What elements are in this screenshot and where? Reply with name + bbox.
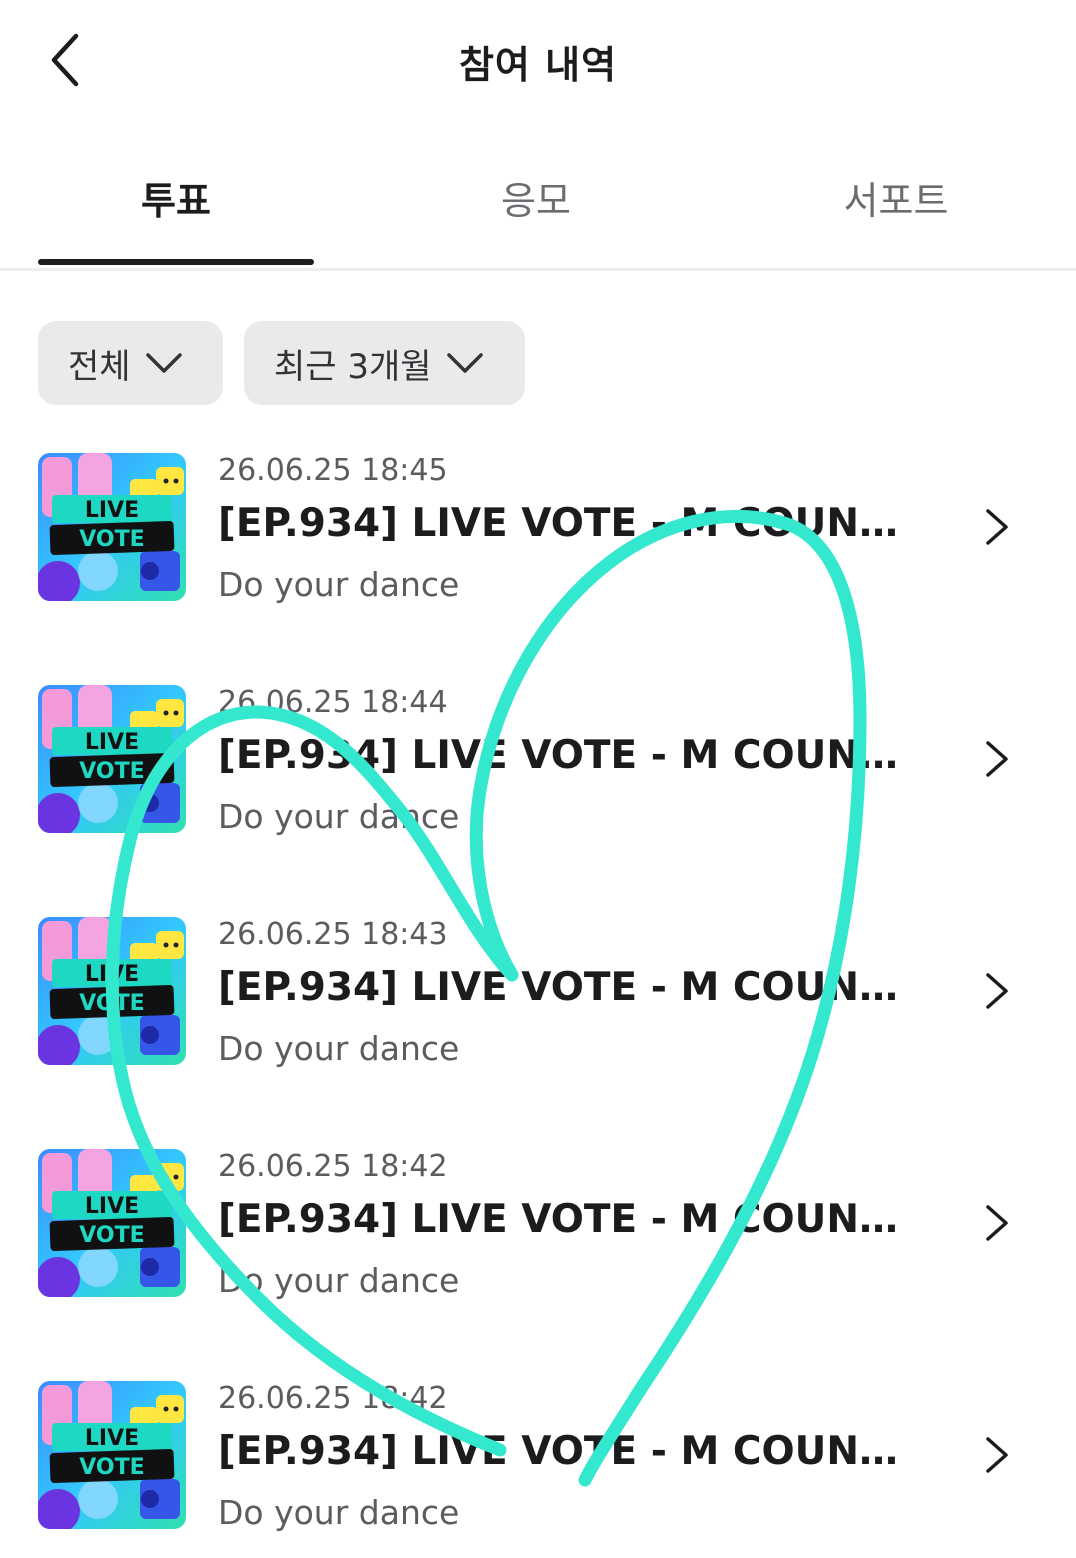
item-title: [EP.934] LIVE VOTE - M COUNTDOWN <box>218 1429 918 1474</box>
item-date: 26.06.25 18:42 <box>218 1149 448 1184</box>
chevron-right-icon[interactable] <box>980 735 1016 783</box>
list-item[interactable]: LIVE VOTE 26.06.25 18:44 [EP.934] LIVE V… <box>0 685 1076 917</box>
item-subtitle: Do your dance <box>218 1029 460 1068</box>
item-subtitle: Do your dance <box>218 797 460 836</box>
thumbnail-live-text: LIVE <box>85 730 139 755</box>
category-filter-label: 전체 <box>68 346 131 387</box>
thumbnail-live-text: LIVE <box>85 962 139 987</box>
thumbnail-live-text: LIVE <box>85 1426 139 1451</box>
list-item[interactable]: LIVE VOTE 26.06.25 18:42 [EP.934] LIVE V… <box>0 1149 1076 1381</box>
list-item[interactable]: LIVE VOTE 26.06.25 18:43 [EP.934] LIVE V… <box>0 917 1076 1149</box>
item-title: [EP.934] LIVE VOTE - M COUNTDOWN <box>218 965 918 1010</box>
item-subtitle: Do your dance <box>218 565 460 604</box>
item-date: 26.06.25 18:42 <box>218 1381 448 1416</box>
thumbnail-vote-text: VOTE <box>79 1455 144 1480</box>
item-subtitle: Do your dance <box>218 1493 460 1532</box>
thumbnail-vote-text: VOTE <box>79 991 144 1016</box>
chevron-right-icon[interactable] <box>980 967 1016 1015</box>
live-vote-thumbnail: LIVE VOTE <box>38 453 186 601</box>
thumbnail-live-text: LIVE <box>85 1194 139 1219</box>
chevron-right-icon[interactable] <box>980 1431 1016 1479</box>
tab-entry[interactable]: 응모 <box>398 170 674 225</box>
thumbnail-live-text: LIVE <box>85 498 139 523</box>
header: 참여 내역 <box>0 0 1076 120</box>
list-item[interactable]: LIVE VOTE 26.06.25 18:45 [EP.934] LIVE V… <box>0 453 1076 685</box>
item-title: [EP.934] LIVE VOTE - M COUNTDOWN <box>218 1197 918 1242</box>
item-title: [EP.934] LIVE VOTE - M COUNTDOWN <box>218 733 918 778</box>
item-title: [EP.934] LIVE VOTE - M COUNTDOWN <box>218 501 918 546</box>
period-filter-label: 최근 3개월 <box>274 346 432 387</box>
list-item[interactable]: LIVE VOTE 26.06.25 18:42 [EP.934] LIVE V… <box>0 1381 1076 1558</box>
live-vote-thumbnail: LIVE VOTE <box>38 1149 186 1297</box>
active-tab-indicator <box>38 259 314 265</box>
thumbnail-vote-text: VOTE <box>79 527 144 552</box>
item-date: 26.06.25 18:43 <box>218 917 448 952</box>
chevron-right-icon[interactable] <box>980 503 1016 551</box>
thumbnail-vote-text: VOTE <box>79 759 144 784</box>
live-vote-thumbnail: LIVE VOTE <box>38 685 186 833</box>
item-subtitle: Do your dance <box>218 1261 460 1300</box>
tab-vote[interactable]: 투표 <box>38 170 314 225</box>
category-filter[interactable]: 전체 <box>38 321 223 405</box>
period-filter[interactable]: 최근 3개월 <box>244 321 525 405</box>
item-date: 26.06.25 18:45 <box>218 453 448 488</box>
live-vote-thumbnail: LIVE VOTE <box>38 1381 186 1529</box>
tab-support[interactable]: 서포트 <box>758 170 1034 225</box>
item-date: 26.06.25 18:44 <box>218 685 448 720</box>
page-title: 참여 내역 <box>458 43 618 87</box>
tab-bar: 투표 응모 서포트 <box>0 140 1076 271</box>
thumbnail-vote-text: VOTE <box>79 1223 144 1248</box>
app-screen: 참여 내역 투표 응모 서포트 전체 최근 3개월 LIVE VOTE 26.0… <box>0 0 1076 1558</box>
chevron-down-icon <box>145 353 182 373</box>
live-vote-thumbnail: LIVE VOTE <box>38 917 186 1065</box>
chevron-down-icon <box>446 353 483 373</box>
chevron-right-icon[interactable] <box>980 1199 1016 1247</box>
